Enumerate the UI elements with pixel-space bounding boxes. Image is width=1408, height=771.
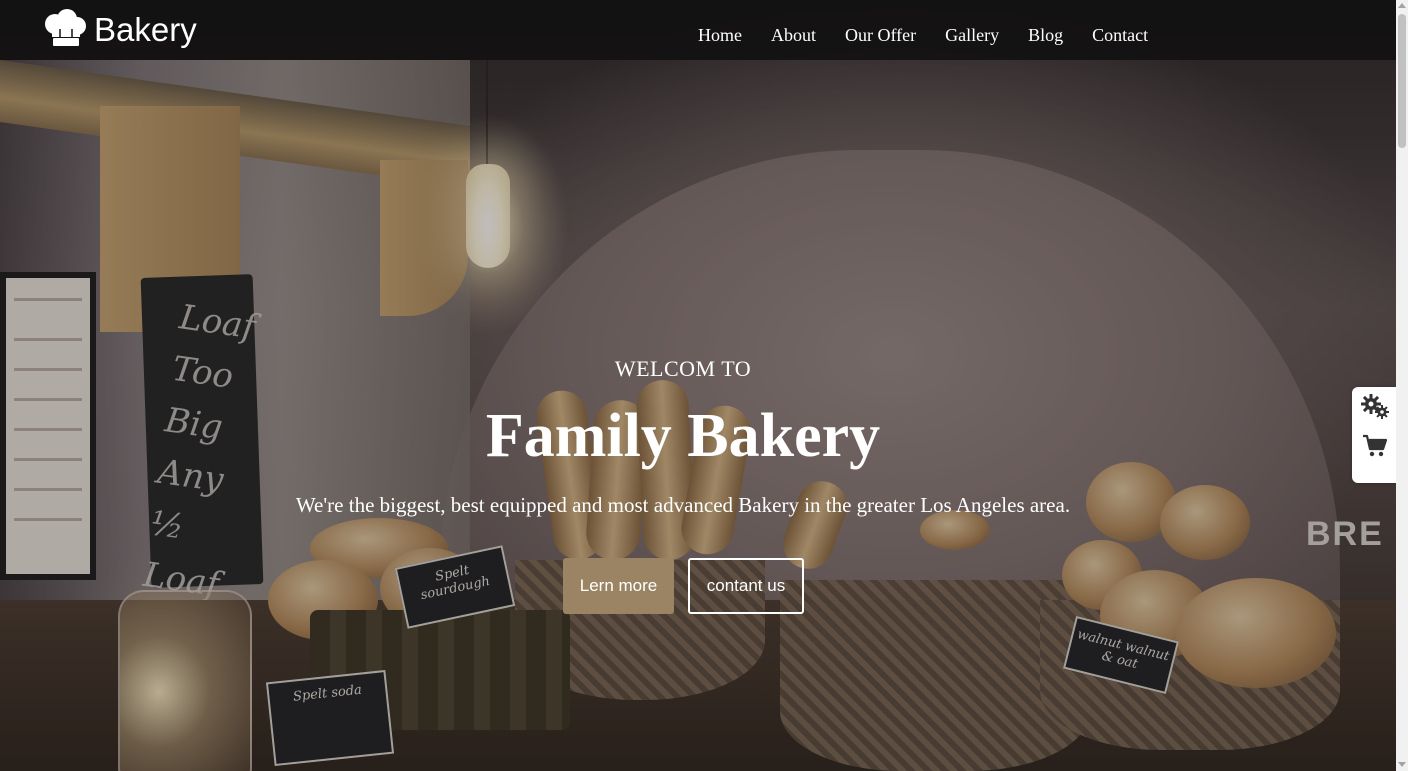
nav-item-blog[interactable]: Blog — [1028, 22, 1063, 48]
gears-icon[interactable] — [1358, 389, 1392, 423]
learn-more-button[interactable]: Lern more — [563, 558, 674, 614]
navbar: Bakery Home About Our Offer Gallery Blog… — [0, 0, 1396, 60]
hero-section: WELCOM TO Family Bakery We're the bigges… — [0, 0, 1366, 771]
hero-welcome: WELCOM TO — [614, 356, 752, 381]
scroll-up-arrow-icon[interactable] — [1398, 3, 1406, 8]
nav-item-contact[interactable]: Contact — [1092, 22, 1148, 48]
shopping-cart-icon[interactable] — [1358, 429, 1392, 463]
hero-subtitle: We're the biggest, best equipped and mos… — [295, 493, 1071, 517]
brand-name: Bakery — [94, 11, 197, 48]
page-scrollbar[interactable] — [1396, 0, 1408, 771]
nav-item-gallery[interactable]: Gallery — [945, 22, 999, 48]
contact-us-button[interactable]: contant us — [688, 558, 804, 614]
page: Loaf Too Big Any ½ Loaf £2 Spelt sourdou… — [0, 0, 1408, 771]
nav-item-our-offer[interactable]: Our Offer — [845, 22, 916, 48]
scroll-down-arrow-icon[interactable] — [1398, 762, 1406, 767]
side-toolbar — [1352, 387, 1396, 483]
nav-item-home[interactable]: Home — [698, 22, 742, 48]
scroll-thumb[interactable] — [1398, 14, 1406, 148]
brand-logo[interactable]: Bakery — [42, 8, 197, 52]
nav-item-about[interactable]: About — [771, 22, 816, 48]
chef-hat-icon — [42, 8, 88, 52]
main-nav: Home About Our Offer Gallery Blog Contac… — [698, 22, 1177, 48]
hero-title: Family Bakery — [485, 402, 881, 470]
